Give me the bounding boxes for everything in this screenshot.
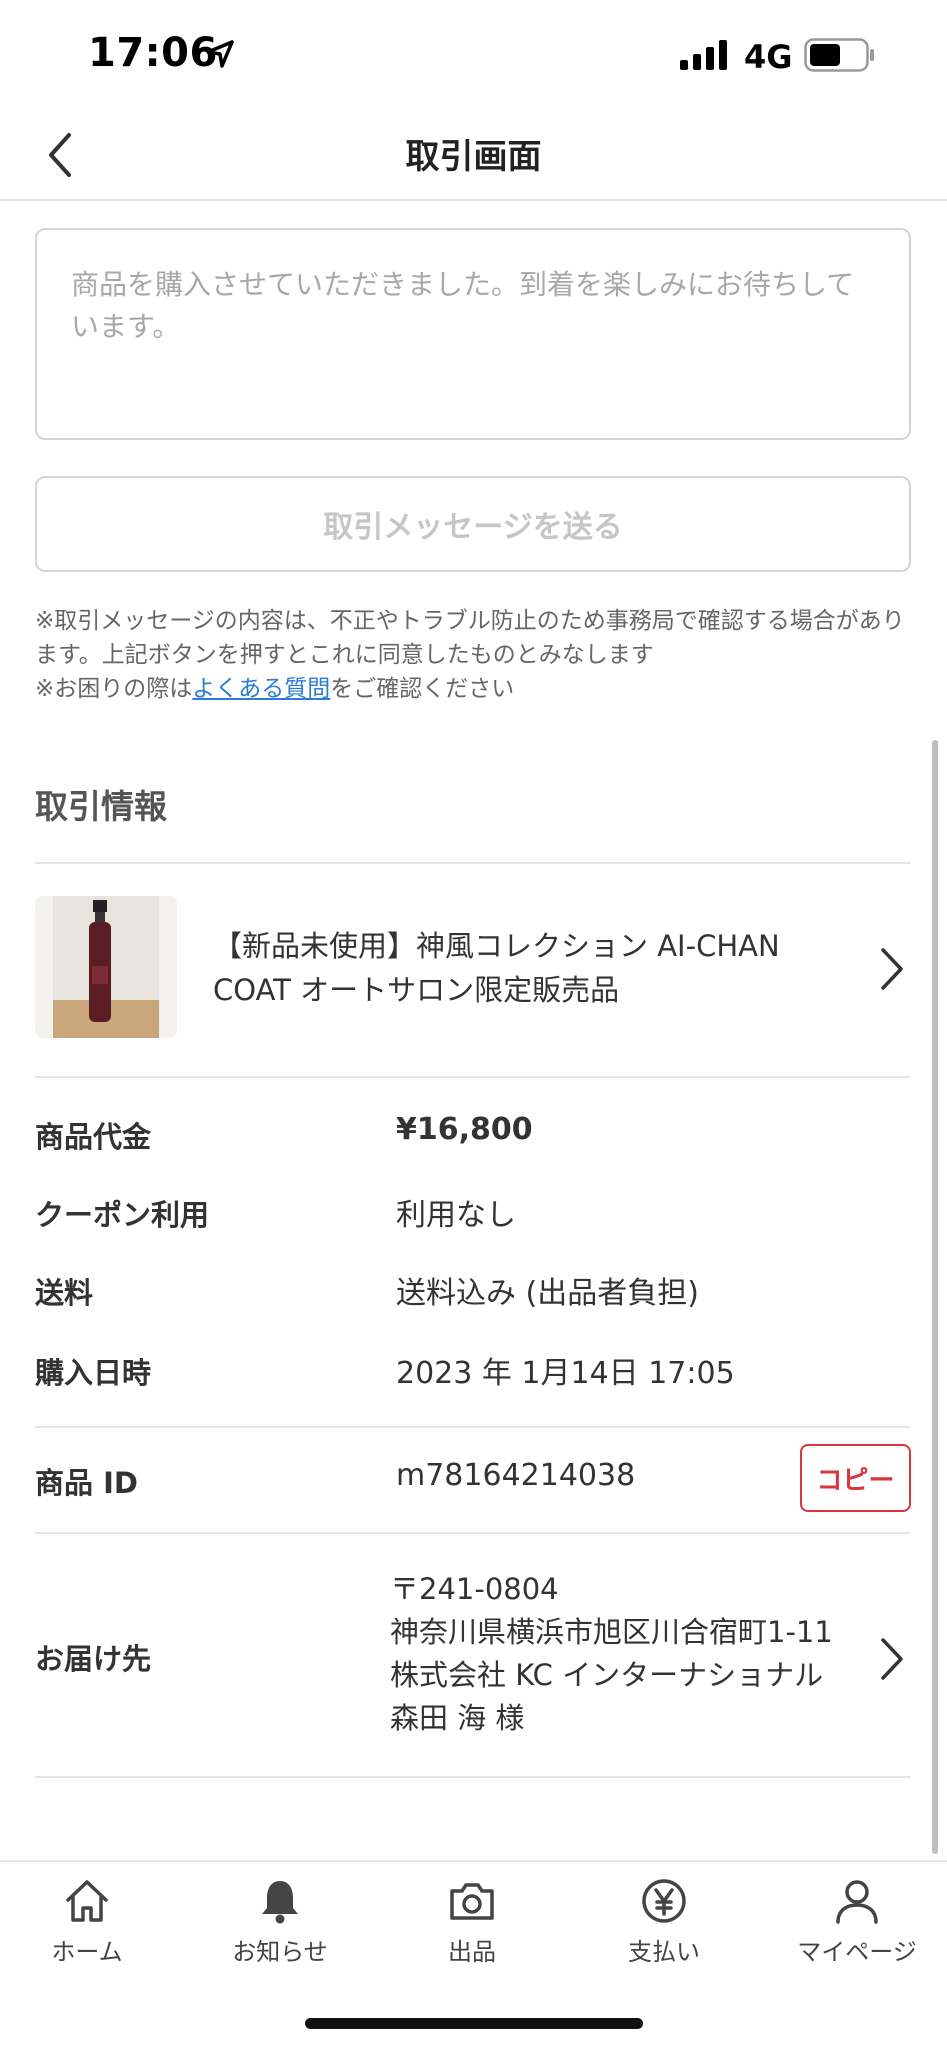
- camera-icon: [450, 1883, 494, 1920]
- shipping-value: 送料込み (出品者負担): [396, 1276, 699, 1311]
- notice-line-1: ※取引メッセージの内容は、不正やトラブル防止のため事務局で確認する場合があります…: [35, 608, 905, 668]
- tab-label: マイページ: [797, 1938, 917, 1966]
- delivery-label: お届け先: [35, 1642, 152, 1676]
- recipient-name: 森田 海 様: [390, 1701, 525, 1735]
- section-title: 取引情報: [35, 787, 167, 826]
- tab-mypage[interactable]: マイページ: [782, 1876, 932, 1976]
- price-label: 商品代金: [35, 1120, 152, 1154]
- tab-label: 出品: [448, 1938, 496, 1966]
- tab-payment[interactable]: 支払い: [589, 1876, 739, 1976]
- coupon-value: 利用なし: [396, 1198, 516, 1233]
- chevron-right-icon: [881, 948, 903, 990]
- page-title: 取引画面: [405, 137, 542, 177]
- price-value: ¥16,800: [396, 1112, 533, 1147]
- address-line: 神奈川県横浜市旭区川合宿町1-11: [390, 1615, 833, 1649]
- coupon-label: クーポン利用: [35, 1198, 210, 1232]
- product-thumbnail: [35, 896, 177, 1038]
- tab-home[interactable]: ホーム: [12, 1876, 162, 1976]
- divider: [35, 1076, 911, 1078]
- send-message-button[interactable]: 取引メッセージを送る: [35, 476, 911, 572]
- tab-notifications[interactable]: お知らせ: [205, 1876, 355, 1976]
- signal-icon: [680, 40, 727, 70]
- home-icon: [66, 1880, 108, 1922]
- tab-sell[interactable]: 出品: [397, 1876, 547, 1976]
- status-bar: 17:06 4G: [0, 0, 947, 115]
- bell-icon: [262, 1881, 298, 1924]
- purchase-date-label: 購入日時: [35, 1356, 152, 1390]
- product-image: [35, 896, 177, 1038]
- copy-button[interactable]: コピー: [800, 1444, 911, 1512]
- yen-icon: [642, 1879, 686, 1923]
- divider: [35, 1776, 911, 1778]
- product-row[interactable]: 【新品未使用】神風コレクション AI-CHAN COAT オートサロン限定販売品: [35, 862, 911, 1076]
- delivery-address: 〒241-0804 神奈川県横浜市旭区川合宿町1-11 株式会社 KC インター…: [390, 1568, 833, 1740]
- divider: [35, 1426, 911, 1428]
- notice-line-2-prefix: ※お困りの際は: [35, 676, 193, 702]
- tab-label: 支払い: [628, 1938, 700, 1966]
- notice-line-2: ※お困りの際はよくある質問をご確認ください: [35, 672, 915, 706]
- status-time: 17:06: [88, 30, 218, 76]
- tab-label: お知らせ: [232, 1938, 328, 1966]
- faq-link[interactable]: よくある質問: [192, 676, 330, 702]
- person-icon: [836, 1880, 878, 1924]
- product-id-value: m78164214038: [396, 1458, 636, 1493]
- chevron-right-icon: [881, 1638, 903, 1680]
- postal-code: 〒241-0804: [390, 1572, 559, 1606]
- network-type: 4G: [744, 38, 793, 76]
- product-id-label: 商品 ID: [35, 1466, 138, 1500]
- battery-icon: [804, 38, 874, 72]
- location-arrow-icon: [206, 40, 234, 68]
- purchase-date-value: 2023 年 1月14日 17:05: [396, 1356, 735, 1391]
- notice-text: ※取引メッセージの内容は、不正やトラブル防止のため事務局で確認する場合があります…: [35, 604, 915, 706]
- tab-label: ホーム: [51, 1938, 123, 1966]
- notice-line-2-suffix: をご確認ください: [330, 676, 515, 702]
- message-input[interactable]: [35, 228, 911, 440]
- home-indicator: [305, 2018, 643, 2029]
- company-name: 株式会社 KC インターナショナル: [390, 1658, 824, 1692]
- product-name: 【新品未使用】神風コレクション AI-CHAN COAT オートサロン限定販売品: [213, 929, 780, 1007]
- scrollbar[interactable]: [932, 740, 938, 1854]
- shipping-label: 送料: [35, 1276, 94, 1310]
- nav-header: 取引画面: [0, 115, 947, 201]
